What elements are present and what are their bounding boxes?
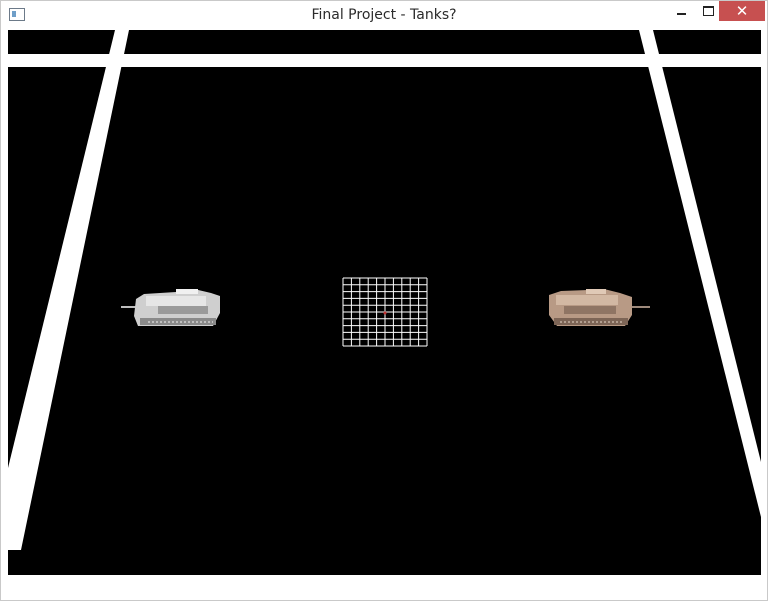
maximize-button[interactable] [695,1,722,21]
minimize-icon [677,13,686,15]
app-window: Final Project - Tanks? ✕ [0,0,768,601]
arena-right-line [639,30,761,517]
grid-center-marker [383,311,387,315]
maximize-icon [703,6,714,16]
close-icon: ✕ [735,1,749,20]
window-title: Final Project - Tanks? [311,7,457,23]
title-bar[interactable]: Final Project - Tanks? ✕ [1,1,767,30]
scene-canvas [8,30,761,593]
arena-near-line [8,575,761,593]
minimize-button[interactable] [668,1,695,21]
close-button[interactable]: ✕ [719,1,765,21]
opengl-viewport[interactable] [8,30,761,593]
center-grid [342,277,428,347]
tank-right [549,289,650,326]
arena-left-line [8,30,129,550]
tank-left [121,289,220,326]
